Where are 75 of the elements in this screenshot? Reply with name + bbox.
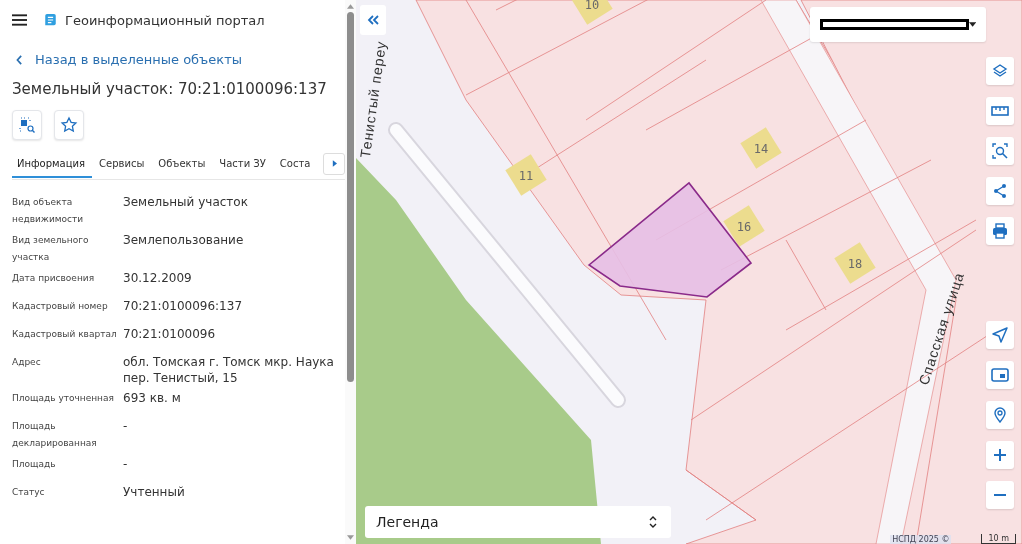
- navigation-button[interactable]: [986, 321, 1014, 349]
- star-icon: [60, 115, 78, 134]
- caret-right-icon: [331, 160, 337, 167]
- building-label: 14: [740, 127, 782, 169]
- logo-icon: [44, 13, 57, 27]
- property-value: обл. Томская г. Томск мкр. Наука пер. Тенистый, 15: [123, 353, 335, 386]
- caret-icon: [968, 22, 976, 27]
- property-label: Дата присвоения: [12, 271, 96, 285]
- zoom-out-button[interactable]: [986, 481, 1014, 509]
- property-value: Учтенный: [123, 483, 186, 501]
- scroll-up-icon[interactable]: [347, 4, 354, 9]
- property-label: Вид земельного участка: [12, 233, 90, 264]
- tab[interactable]: Части ЗУ: [212, 149, 273, 178]
- property-label: Адрес: [12, 355, 42, 369]
- scroll-down-icon[interactable]: [347, 535, 354, 540]
- share-button[interactable]: [986, 177, 1014, 205]
- area-search-icon: [18, 115, 36, 134]
- scrollbar[interactable]: [345, 0, 356, 544]
- layers-icon: [992, 63, 1008, 79]
- property-label: Кадастровый номер: [12, 299, 109, 313]
- area-search-icon: [992, 143, 1008, 159]
- property-value: Земельный участок: [123, 193, 249, 211]
- property-label: Вид объекта недвижимости: [12, 195, 85, 226]
- zoom-to-object-button[interactable]: [12, 109, 42, 140]
- property-label: Площадь декларированная: [12, 419, 98, 450]
- favorite-button[interactable]: [54, 109, 84, 140]
- area-search-button[interactable]: [986, 137, 1014, 165]
- property-value: -: [123, 417, 129, 435]
- property-label: Площадь уточненная: [12, 391, 115, 405]
- property-value: -: [123, 455, 129, 473]
- expand-icon: [649, 515, 657, 529]
- printer-icon: [992, 223, 1008, 239]
- property-label: Площадь: [12, 457, 57, 471]
- property-value: Землепользование: [123, 231, 245, 249]
- building-label: 16: [723, 205, 765, 247]
- minimap-button[interactable]: [986, 361, 1014, 389]
- minus-icon: [993, 493, 1007, 497]
- map-scale: 10 m: [981, 534, 1016, 544]
- property-label: Кадастровый квартал: [12, 327, 118, 341]
- location-button[interactable]: [986, 401, 1014, 429]
- object-title: Земельный участок: 70:21:0100096:137: [12, 79, 328, 98]
- street-label: Тенистый переу: [356, 39, 390, 159]
- tab[interactable]: Информация: [12, 149, 93, 178]
- tab[interactable]: Сервисы: [92, 149, 152, 178]
- building-label: 18: [834, 242, 876, 284]
- property-label: Статус: [12, 485, 46, 499]
- share-icon: [992, 183, 1008, 199]
- property-value: 70:21:0100096: [123, 325, 217, 343]
- property-value: 693 кв. м: [123, 389, 182, 407]
- navigation-arrow-icon: [992, 327, 1008, 343]
- location-pin-icon: [992, 407, 1008, 423]
- building-label: 11: [505, 154, 547, 196]
- zoom-in-button[interactable]: [986, 441, 1014, 469]
- tabs-scroll-right-button[interactable]: [323, 152, 345, 175]
- back-link[interactable]: Назад в выделенные объекты: [16, 52, 242, 67]
- collapse-panel-button[interactable]: [360, 5, 386, 35]
- ruler-button[interactable]: [986, 97, 1014, 125]
- building-label: 10: [571, 0, 613, 25]
- chevron-left-icon: [16, 54, 23, 65]
- portal-title: Геоинформационный портал: [65, 12, 265, 28]
- tab[interactable]: Соста: [272, 149, 318, 178]
- property-value: 30.12.2009: [123, 269, 193, 287]
- ruler-icon: [991, 105, 1009, 117]
- layers-button[interactable]: [986, 57, 1014, 85]
- map-attribution: НСПД 2025 ©: [890, 535, 952, 544]
- print-button[interactable]: [986, 217, 1014, 245]
- scrollbar-thumb[interactable]: [347, 12, 354, 382]
- minimap-icon: [991, 368, 1009, 382]
- basemap-dropdown[interactable]: [810, 7, 986, 42]
- tab[interactable]: Объекты: [151, 149, 213, 178]
- double-chevron-left-icon: [367, 15, 379, 25]
- menu-icon[interactable]: [12, 14, 27, 26]
- legend-dropdown[interactable]: Легенда: [365, 506, 671, 538]
- property-value: 70:21:0100096:137: [123, 297, 243, 315]
- plus-icon: [993, 448, 1007, 462]
